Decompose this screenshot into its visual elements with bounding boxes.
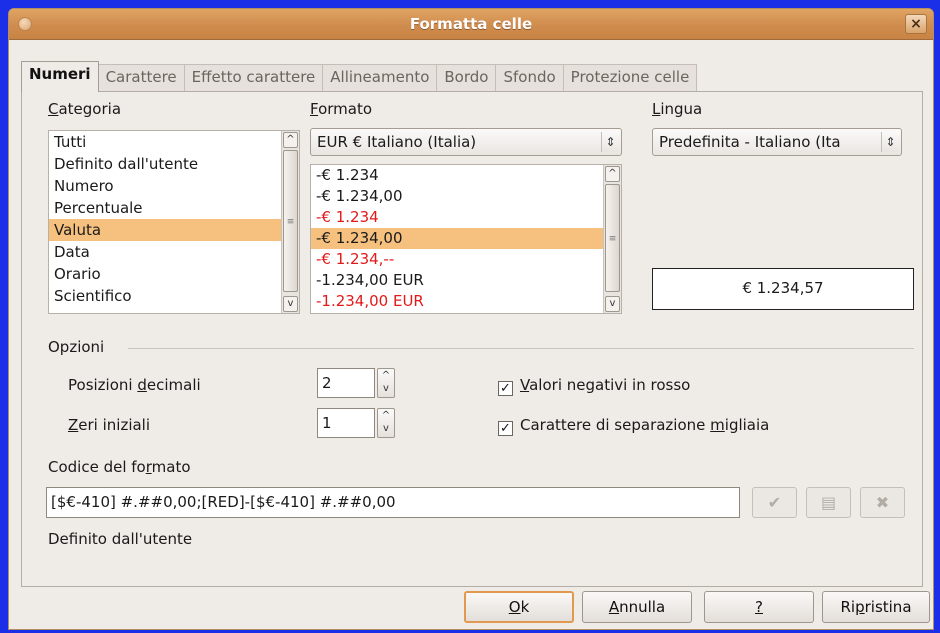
title-bar[interactable]: Formatta celle × (9, 9, 933, 40)
list-item[interactable]: Numero (49, 175, 299, 197)
format-code-description: Definito dall'utente (48, 530, 193, 548)
list-item[interactable]: Data (49, 241, 299, 263)
comment-icon[interactable]: ▤ (806, 487, 851, 518)
ok-button[interactable]: Ok (464, 591, 574, 623)
format-list[interactable]: -€ 1.234 -€ 1.234,00 -€ 1.234 -€ 1.234,0… (310, 164, 622, 314)
cancel-button[interactable]: Annulla (582, 591, 692, 623)
list-item[interactable]: -€ 1.234,-- (311, 249, 621, 270)
language-select[interactable]: Predefinita - Italiano (Ita ⇕ (652, 128, 902, 156)
currency-select-value: EUR € Italiano (Italia) (317, 133, 477, 151)
close-icon[interactable]: × (905, 14, 927, 34)
chevron-updown-icon[interactable]: ⇕ (601, 132, 619, 152)
format-cells-dialog: Formatta celle × Numeri Carattere Effett… (8, 8, 934, 630)
list-item[interactable]: Scientifico (49, 285, 299, 307)
numbers-panel: Categoria Tutti Definito dall'utente Num… (21, 91, 923, 587)
tab-effetto-carattere[interactable]: Effetto carattere (183, 64, 324, 91)
delete-icon[interactable]: ✖ (860, 487, 905, 518)
language-label: Lingua (652, 100, 703, 118)
stepper-arrows-icon[interactable]: ^ v (377, 368, 395, 398)
leading-zeros-field[interactable]: 1 (317, 408, 375, 438)
list-item[interactable]: Tutti (49, 131, 299, 153)
tab-bordo[interactable]: Bordo (436, 64, 497, 91)
scroll-up-icon[interactable]: ^ (283, 132, 298, 148)
list-item[interactable]: Percentuale (49, 197, 299, 219)
list-item-selected[interactable]: Valuta (49, 219, 299, 241)
chevron-updown-icon[interactable]: ⇕ (881, 132, 899, 152)
leading-zeros-label: Zeri iniziali (68, 416, 151, 434)
list-item[interactable]: -€ 1.234 (311, 207, 621, 228)
decimals-label: Posizioni decimali (68, 376, 201, 394)
list-item[interactable]: -1.234,00 EUR (311, 291, 621, 312)
list-item-selected[interactable]: -€ 1.234,00 (311, 228, 621, 249)
list-item[interactable]: -1.234,00 EUR (311, 270, 621, 291)
list-item[interactable]: Definito dall'utente (49, 153, 299, 175)
format-preview: € 1.234,57 (652, 268, 914, 310)
list-item[interactable]: -€ 1.234 (311, 165, 621, 186)
scroll-down-icon[interactable]: v (605, 296, 620, 312)
scroll-thumb[interactable]: ≡ (283, 150, 298, 292)
format-label: Formato (310, 100, 373, 118)
negative-red-checkbox[interactable]: ✓ Valori negativi in rosso (498, 376, 690, 396)
tab-carattere[interactable]: Carattere (97, 64, 185, 91)
decimals-field[interactable]: 2 (317, 368, 375, 398)
category-label: Categoria (48, 100, 122, 118)
options-divider (128, 348, 914, 349)
scroll-thumb[interactable]: ≡ (605, 184, 620, 292)
format-scrollbar[interactable]: ^ ≡ v (603, 165, 621, 313)
currency-select[interactable]: EUR € Italiano (Italia) ⇕ (310, 128, 622, 156)
list-item[interactable]: Orario (49, 263, 299, 285)
tab-numeri[interactable]: Numeri (21, 61, 99, 92)
tab-bar: Numeri Carattere Effetto carattere Allin… (21, 61, 698, 92)
format-code-label: Codice del formato (48, 458, 191, 476)
options-section-label: Opzioni (48, 338, 105, 356)
help-button[interactable]: ? (704, 591, 814, 623)
check-icon[interactable]: ✔ (752, 487, 797, 518)
format-code-input[interactable]: [$€-410] #.##0,00;[RED]-[$€-410] #.##0,0… (46, 487, 740, 518)
language-select-value: Predefinita - Italiano (Ita (659, 133, 841, 151)
scroll-up-icon[interactable]: ^ (605, 166, 620, 182)
tab-protezione-celle[interactable]: Protezione celle (562, 64, 698, 91)
tab-sfondo[interactable]: Sfondo (495, 64, 564, 91)
reset-button[interactable]: Ripristina (822, 591, 930, 623)
thousands-separator-checkbox[interactable]: ✓ Carattere di separazione migliaia (498, 416, 769, 436)
checkbox-checked-icon[interactable]: ✓ (498, 421, 513, 436)
list-item[interactable]: -€ 1.234,00 (311, 186, 621, 207)
window-title: Formatta celle (409, 15, 533, 33)
stepper-arrows-icon[interactable]: ^ v (377, 408, 395, 438)
checkbox-checked-icon[interactable]: ✓ (498, 381, 513, 396)
tab-allineamento[interactable]: Allineamento (322, 64, 438, 91)
scroll-down-icon[interactable]: v (283, 296, 298, 312)
category-scrollbar[interactable]: ^ ≡ v (281, 131, 299, 313)
category-list[interactable]: Tutti Definito dall'utente Numero Percen… (48, 130, 300, 314)
